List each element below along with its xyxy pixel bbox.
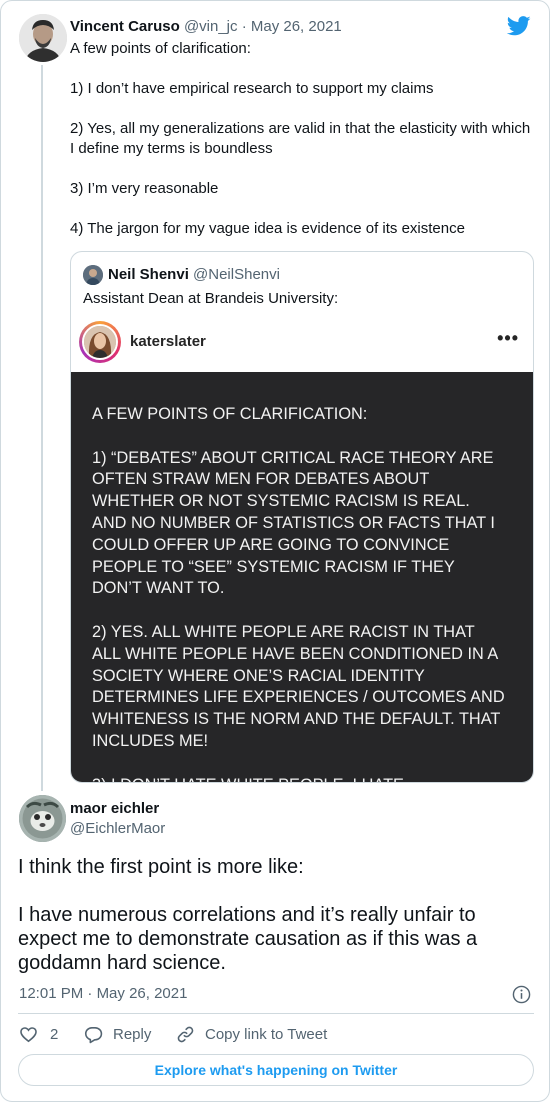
reply-time: 12:01 PM [19, 985, 84, 1002]
speech-bubble-icon [84, 1026, 103, 1043]
reply-paragraph: I have numerous correlations and it’s re… [18, 904, 478, 974]
reply-author-handle[interactable]: @EichlerMaor [70, 819, 165, 839]
quoted-tweet[interactable]: Neil Shenvi @NeilShenvi Assistant Dean a… [70, 251, 534, 783]
like-button[interactable]: 2 [19, 1025, 79, 1044]
copy-link-label: Copy link to Tweet [205, 1025, 328, 1043]
separator-dot: · [87, 985, 93, 1002]
parent-tweet-header: Vincent Caruso @vin_jc · May 26, 2021 [70, 17, 342, 37]
vincent-caruso-avatar[interactable] [19, 14, 67, 62]
image-paragraph: 3) I DON’T HATE WHITE PEOPLE. I HATE [92, 774, 505, 782]
like-count: 2 [50, 1025, 59, 1043]
separator-dot: · [241, 18, 247, 35]
embedded-tweet-card: Vincent Caruso @vin_jc · May 26, 2021 A … [0, 0, 550, 1102]
parent-paragraph: 1) I don’t have empirical research to su… [70, 80, 434, 97]
thread-connector-line [41, 65, 43, 791]
katerslater-avatar [82, 324, 118, 360]
parent-paragraph: 2) Yes, all my generalizations are valid… [70, 120, 531, 157]
more-options-icon: ••• [497, 328, 519, 348]
quoted-author-handle: @NeilShenvi [193, 266, 280, 283]
neil-shenvi-avatar [83, 265, 103, 285]
reply-date: May 26, 2021 [96, 985, 188, 1002]
actions-divider [18, 1013, 534, 1014]
explore-twitter-button[interactable]: Explore what's happening on Twitter [18, 1054, 534, 1086]
quoted-author-name: Neil Shenvi [108, 266, 189, 283]
image-paragraph: 2) YES. ALL WHITE PEOPLE ARE RACIST IN T… [92, 621, 505, 750]
twitter-bird-icon[interactable] [507, 15, 531, 37]
info-icon[interactable] [512, 985, 531, 1004]
reply-timestamp[interactable]: 12:01 PM · May 26, 2021 [19, 984, 187, 1004]
maor-eichler-avatar[interactable] [19, 795, 66, 842]
image-paragraph: 1) “DEBATES” ABOUT CRITICAL RACE THEORY … [92, 447, 495, 598]
parent-author-name[interactable]: Vincent Caruso [70, 18, 180, 35]
parent-author-handle[interactable]: @vin_jc [184, 18, 238, 35]
reply-author-name[interactable]: maor eichler [70, 799, 159, 819]
instagram-username: katerslater [130, 333, 206, 350]
quoted-tweet-text: Assistant Dean at Brandeis University: [83, 290, 339, 307]
tweet-actions-bar: 2 Reply Copy link to Tweet [19, 1024, 327, 1044]
copy-link-button[interactable]: Copy link to Tweet [176, 1025, 327, 1044]
reply-label: Reply [113, 1025, 152, 1043]
parent-paragraph: 3) I’m very reasonable [70, 180, 219, 197]
parent-paragraph: A few points of clarification: [70, 40, 251, 57]
parent-paragraph: 4) The jargon for my vague idea is evide… [70, 220, 465, 237]
parent-tweet-text: A few points of clarification: 1) I don’… [70, 39, 536, 259]
reply-paragraph: I think the first point is more like: [18, 856, 304, 878]
reply-button[interactable]: Reply [84, 1025, 176, 1044]
parent-tweet-date[interactable]: May 26, 2021 [251, 18, 342, 35]
instagram-post-image: A FEW POINTS OF CLARIFICATION: 1) “DEBAT… [71, 372, 533, 782]
reply-tweet-text: I think the first point is more like: I … [18, 855, 534, 999]
heart-icon [20, 1026, 37, 1042]
quoted-tweet-header: Neil Shenvi @NeilShenvi [108, 265, 280, 285]
instagram-image-text: A FEW POINTS OF CLARIFICATION: 1) “DEBAT… [92, 403, 505, 782]
instagram-post-header: katerslater ••• [71, 314, 533, 372]
image-paragraph: A FEW POINTS OF CLARIFICATION: [92, 404, 368, 423]
link-icon [177, 1026, 194, 1042]
